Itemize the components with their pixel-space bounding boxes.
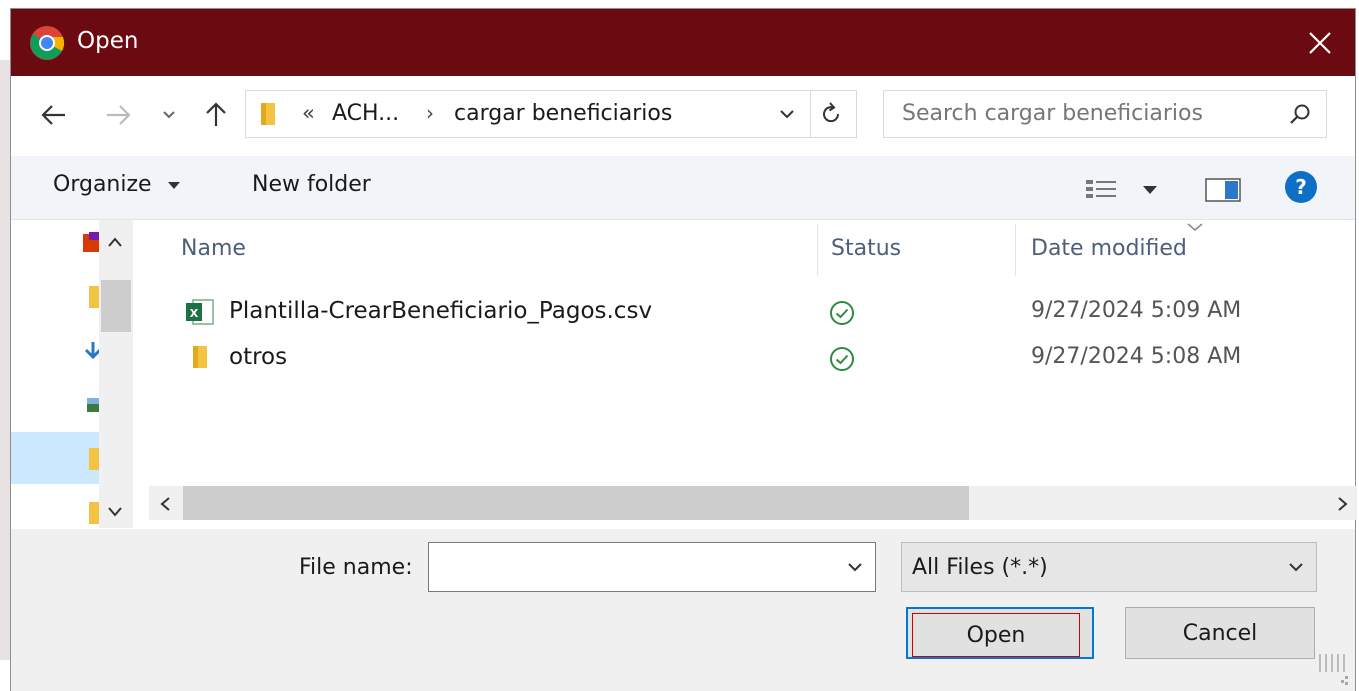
office-icon[interactable] xyxy=(83,232,99,254)
search-icon[interactable] xyxy=(1288,103,1312,127)
file-date: 9/27/2024 5:08 AM xyxy=(1031,344,1242,369)
new-folder-button[interactable]: New folder xyxy=(252,172,371,197)
footer-area: File name: All Files (*.*) Open Cancel xyxy=(11,529,1355,691)
help-icon: ? xyxy=(1285,171,1317,203)
content-area: Name Status Date modified X Plantilla-Cr… xyxy=(11,219,1357,529)
navigation-pane-scrollbar[interactable] xyxy=(99,220,133,528)
sync-ok-icon xyxy=(830,301,854,325)
svg-text:X: X xyxy=(190,307,199,320)
search-placeholder[interactable]: Search cargar beneficiarios xyxy=(902,101,1203,126)
horizontal-scrollbar[interactable] xyxy=(149,486,1357,520)
file-list: Name Status Date modified X Plantilla-Cr… xyxy=(141,220,1357,486)
scroll-up-icon[interactable] xyxy=(107,236,123,248)
search-box[interactable]: Search cargar beneficiarios xyxy=(883,90,1327,138)
forward-button[interactable] xyxy=(101,98,135,132)
sort-indicator-icon xyxy=(1187,223,1203,231)
scroll-down-icon[interactable] xyxy=(107,506,123,518)
caret-down-icon xyxy=(167,182,180,189)
file-name-input[interactable] xyxy=(428,542,876,592)
preview-pane-button[interactable] xyxy=(1205,178,1241,206)
scroll-left-icon[interactable] xyxy=(159,496,171,512)
navigation-pane-scroll-thumb[interactable] xyxy=(101,280,131,332)
breadcrumb-separator[interactable]: › xyxy=(426,101,434,125)
file-type-select[interactable]: All Files (*.*) xyxy=(901,542,1317,592)
download-icon[interactable] xyxy=(83,340,99,362)
folder-icon[interactable] xyxy=(83,286,99,308)
address-bar[interactable]: « ACH... › cargar beneficiarios xyxy=(245,90,857,138)
file-name[interactable]: otros xyxy=(229,344,287,370)
preview-pane-icon xyxy=(1205,178,1241,202)
cancel-button[interactable]: Cancel xyxy=(1125,607,1315,659)
up-button[interactable] xyxy=(199,98,233,132)
folder-icon[interactable] xyxy=(83,502,99,524)
details-view-icon xyxy=(1086,180,1157,198)
navigation-bar: « ACH... › cargar beneficiarios Search c… xyxy=(11,76,1355,156)
organize-label: Organize xyxy=(53,172,152,197)
folder-icon[interactable] xyxy=(83,448,99,470)
folder-icon xyxy=(193,346,207,368)
chevron-down-icon xyxy=(163,111,175,119)
organize-button[interactable]: Organize xyxy=(53,172,183,197)
arrow-up-icon xyxy=(206,102,226,126)
arrow-left-icon xyxy=(41,105,65,125)
column-header-name[interactable]: Name xyxy=(181,236,246,261)
refresh-icon[interactable] xyxy=(818,101,844,127)
folder-icon xyxy=(261,103,275,125)
svg-text:?: ? xyxy=(1295,175,1307,199)
file-date: 9/27/2024 5:09 AM xyxy=(1031,298,1242,323)
overflow-chevron[interactable]: « xyxy=(302,101,315,125)
view-options-button[interactable] xyxy=(1085,178,1165,204)
command-bar: Organize New folder ? xyxy=(11,156,1355,219)
divider xyxy=(810,91,811,137)
resize-grip-icon[interactable] xyxy=(1311,648,1351,688)
back-button[interactable] xyxy=(37,98,71,132)
sync-ok-icon xyxy=(830,347,854,371)
chevron-down-icon[interactable] xyxy=(845,557,865,577)
file-row[interactable]: X Plantilla-CrearBeneficiario_Pagos.csv … xyxy=(181,294,1281,330)
open-button-label[interactable]: Open xyxy=(912,613,1080,657)
recent-locations-button[interactable] xyxy=(157,98,181,132)
close-button[interactable] xyxy=(1285,9,1355,76)
title-bar: Open xyxy=(11,9,1355,76)
column-separator[interactable] xyxy=(817,224,818,276)
chevron-down-icon[interactable] xyxy=(1286,557,1306,577)
excel-csv-icon: X xyxy=(186,299,214,325)
column-separator[interactable] xyxy=(1015,224,1016,276)
open-button[interactable]: Open xyxy=(906,607,1094,659)
arrow-right-icon xyxy=(107,105,131,125)
file-type-value[interactable]: All Files (*.*) xyxy=(912,555,1048,580)
breadcrumb-segment[interactable]: cargar beneficiarios xyxy=(454,101,672,126)
breadcrumb-segment[interactable]: ACH... xyxy=(332,101,399,126)
horizontal-scroll-thumb[interactable] xyxy=(183,486,969,520)
help-button[interactable]: ? xyxy=(1284,170,1318,208)
open-file-dialog: Open « ACH... › cargar beneficiarios Sea… xyxy=(10,8,1357,691)
column-header-status[interactable]: Status xyxy=(831,236,901,261)
column-header-date-modified[interactable]: Date modified xyxy=(1031,236,1187,261)
background-app-edge xyxy=(0,60,10,660)
chrome-logo-icon xyxy=(30,26,65,60)
file-row[interactable]: otros 9/27/2024 5:08 AM xyxy=(181,340,1281,376)
window-title: Open xyxy=(77,28,139,54)
scroll-right-icon[interactable] xyxy=(1337,496,1349,512)
chevron-down-icon[interactable] xyxy=(776,103,798,125)
close-icon xyxy=(1309,31,1331,54)
file-name-label: File name: xyxy=(299,555,413,580)
file-name[interactable]: Plantilla-CrearBeneficiario_Pagos.csv xyxy=(229,298,652,324)
pictures-icon[interactable] xyxy=(83,394,99,416)
navigation-pane[interactable] xyxy=(11,220,133,528)
